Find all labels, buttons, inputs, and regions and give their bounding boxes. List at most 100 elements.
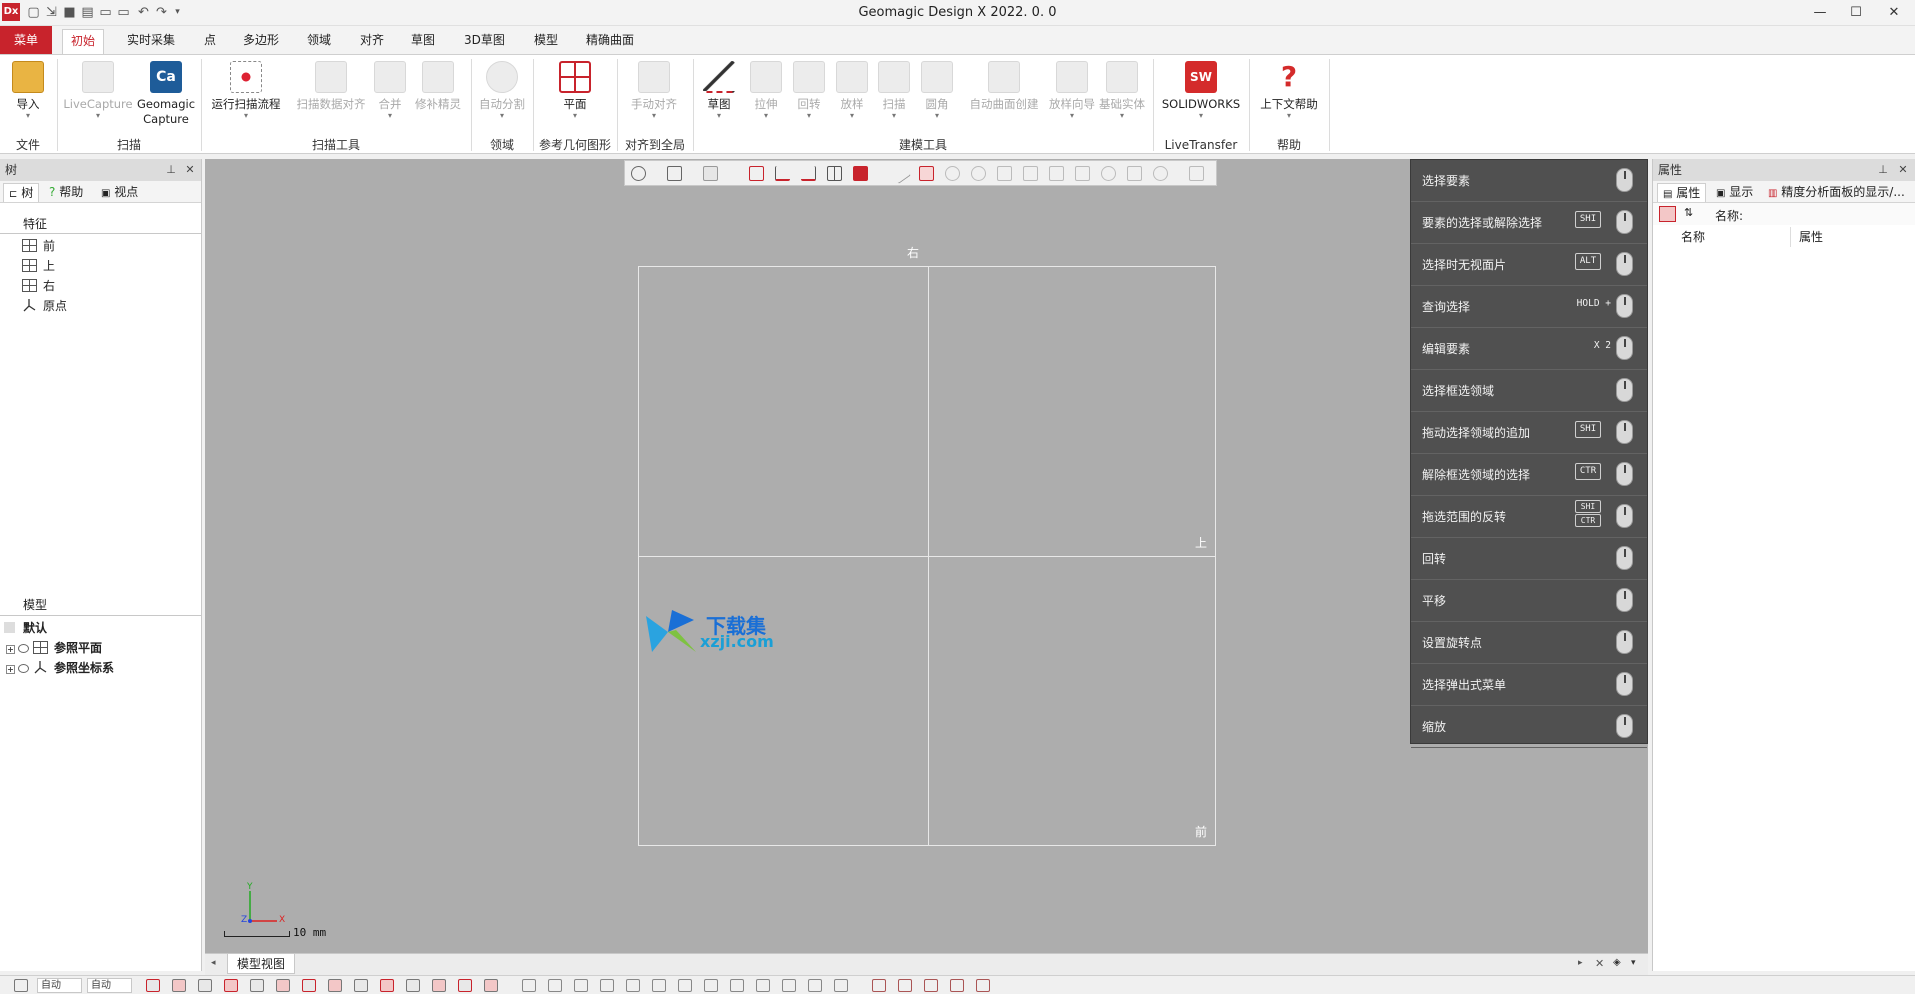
line-select-icon[interactable] <box>890 163 911 184</box>
tree-item-right[interactable]: 右 <box>22 277 55 295</box>
sketch-button[interactable]: 草图 ▾ <box>698 61 740 137</box>
measure-angle-icon[interactable] <box>898 979 912 992</box>
tab-realtime[interactable]: 实时采集 <box>119 29 183 54</box>
view-left-icon[interactable] <box>678 979 692 992</box>
axis-select-icon[interactable] <box>432 979 446 992</box>
close-icon[interactable]: ✕ <box>1873 0 1915 26</box>
tab-menu[interactable]: 菜单 <box>0 26 52 54</box>
plane-button[interactable]: 平面 ▾ <box>545 61 605 137</box>
merge-button[interactable]: 合并 ▾ <box>372 61 408 137</box>
measure-radius-icon[interactable] <box>924 979 938 992</box>
brush-select-icon[interactable] <box>1023 166 1038 181</box>
tab-point[interactable]: 点 <box>196 29 224 54</box>
pan-icon[interactable] <box>574 979 588 992</box>
view-dropdown-icon[interactable]: ▾ <box>1631 958 1636 968</box>
sort-az-icon[interactable]: ⇅ <box>1684 206 1693 219</box>
lasso-select-icon[interactable] <box>997 166 1012 181</box>
loft-wizard-button[interactable]: 放样向导 ▾ <box>1044 61 1100 137</box>
column-name[interactable]: 名称 <box>1653 227 1791 247</box>
tab-accuracy-analysis[interactable]: ▥ 精度分析面板的显示/... <box>1763 183 1910 202</box>
edge-select-icon[interactable] <box>276 979 290 992</box>
expand-icon[interactable]: + <box>6 645 15 654</box>
fillet-button[interactable]: 圆角 ▾ <box>917 61 957 137</box>
close-icon[interactable]: ✕ <box>1895 159 1911 181</box>
measure-icon[interactable] <box>808 979 822 992</box>
view-top-icon[interactable] <box>730 979 744 992</box>
view-front-icon[interactable] <box>626 979 640 992</box>
tab-viewpoint[interactable]: ▣ 视点 <box>96 183 143 202</box>
context-help-button[interactable]: ? 上下文帮助 ▾ <box>1254 61 1324 137</box>
section-icon[interactable] <box>950 979 964 992</box>
loft-button[interactable]: 放样 ▾ <box>832 61 872 137</box>
revolve-button[interactable]: 回转 ▾ <box>789 61 829 137</box>
scan-data-align-button[interactable]: 扫描数据对齐 <box>292 61 370 137</box>
tree-item-ref-coordinates[interactable]: + 参照坐标系 <box>6 659 114 677</box>
tab-model[interactable]: 模型 <box>526 29 566 54</box>
pin-icon[interactable]: ⊥ <box>163 159 179 181</box>
close-icon[interactable]: ✕ <box>182 159 198 181</box>
extrude-button[interactable]: 拉伸 ▾ <box>746 61 786 137</box>
tree-item-ref-planes[interactable]: + 参照平面 <box>6 639 102 657</box>
zoom-icon[interactable] <box>548 979 562 992</box>
right-view-icon[interactable] <box>801 166 816 181</box>
face-select-icon[interactable] <box>250 979 264 992</box>
plane-select-icon[interactable] <box>406 979 420 992</box>
render-mode-icon[interactable] <box>703 166 718 181</box>
tab-3dsketch[interactable]: 3D草图 <box>456 29 513 54</box>
pin-icon[interactable]: ⊥ <box>1875 159 1891 181</box>
run-scan-workflow-button[interactable]: 运行扫描流程 ▾ <box>206 61 286 137</box>
tab-model-view[interactable]: 模型视图 <box>227 954 296 974</box>
circle-select-icon[interactable] <box>945 166 960 181</box>
tab-sketch[interactable]: 草图 <box>403 29 443 54</box>
coord-select-icon[interactable] <box>458 979 472 992</box>
categorized-icon[interactable] <box>1659 206 1676 222</box>
selection-mode-icon[interactable] <box>14 979 28 992</box>
visible-only-icon[interactable] <box>1153 166 1168 181</box>
solidworks-button[interactable]: SW SOLIDWORKS ▾ <box>1157 61 1245 137</box>
view-iso-icon[interactable] <box>782 979 796 992</box>
rect-select-icon[interactable] <box>919 166 934 181</box>
view-bottom-icon[interactable] <box>756 979 770 992</box>
tab-help[interactable]: ? 帮助 <box>44 183 88 202</box>
rotate-icon[interactable] <box>600 979 614 992</box>
tree-item-origin[interactable]: 原点 <box>22 297 67 315</box>
selection-filter-combo[interactable]: 自动 <box>37 978 82 993</box>
tree-item-top[interactable]: 上 <box>22 257 55 275</box>
tab-properties[interactable]: ▤ 属性 <box>1657 183 1707 202</box>
scroll-left-icon[interactable]: ◂ <box>211 958 216 968</box>
environment-icon[interactable] <box>976 979 990 992</box>
visibility-icon[interactable] <box>18 664 29 673</box>
close-view-icon[interactable]: ✕ <box>1595 957 1604 970</box>
scroll-right-icon[interactable]: ▸ <box>1578 958 1583 968</box>
front-view-icon[interactable] <box>749 166 764 181</box>
base-solid-button[interactable]: 基础实体 ▾ <box>1094 61 1150 137</box>
livecapture-button[interactable]: LiveCapture ▾ <box>62 61 134 137</box>
feature-select-icon[interactable] <box>198 979 212 992</box>
view-back-icon[interactable] <box>652 979 666 992</box>
align-view-icon[interactable] <box>834 979 848 992</box>
mesh-select-icon[interactable] <box>146 979 160 992</box>
extend-select-icon[interactable] <box>1101 166 1116 181</box>
point-select-icon[interactable] <box>328 979 342 992</box>
maximize-icon[interactable]: ☐ <box>1835 0 1877 26</box>
select-through-icon[interactable] <box>1127 166 1142 181</box>
column-property[interactable]: 属性 <box>1799 227 1899 247</box>
top-view-icon[interactable] <box>775 166 790 181</box>
manual-align-button[interactable]: 手动对齐 ▾ <box>622 61 686 137</box>
tab-region[interactable]: 领域 <box>299 29 339 54</box>
auto-surface-button[interactable]: 自动曲面创建 <box>964 61 1044 137</box>
polyline-select-icon[interactable] <box>971 166 986 181</box>
expand-icon[interactable]: + <box>6 665 15 674</box>
view-mode-icon[interactable] <box>631 166 646 181</box>
selection-type-combo[interactable]: 自动 <box>87 978 132 993</box>
flood-select-icon[interactable] <box>1075 166 1090 181</box>
tab-tree[interactable]: ⊏ 树 <box>3 183 40 202</box>
tree-item-default[interactable]: 默认 <box>4 619 47 637</box>
paint-select-icon[interactable] <box>1049 166 1064 181</box>
split-view-icon[interactable] <box>827 166 842 181</box>
tab-display[interactable]: ▣ 显示 <box>1711 183 1758 202</box>
measure-distance-icon[interactable] <box>872 979 886 992</box>
sketch-select-icon[interactable] <box>380 979 394 992</box>
view-menu-icon[interactable]: ◈ <box>1613 957 1621 968</box>
vertex-select-icon[interactable] <box>302 979 316 992</box>
